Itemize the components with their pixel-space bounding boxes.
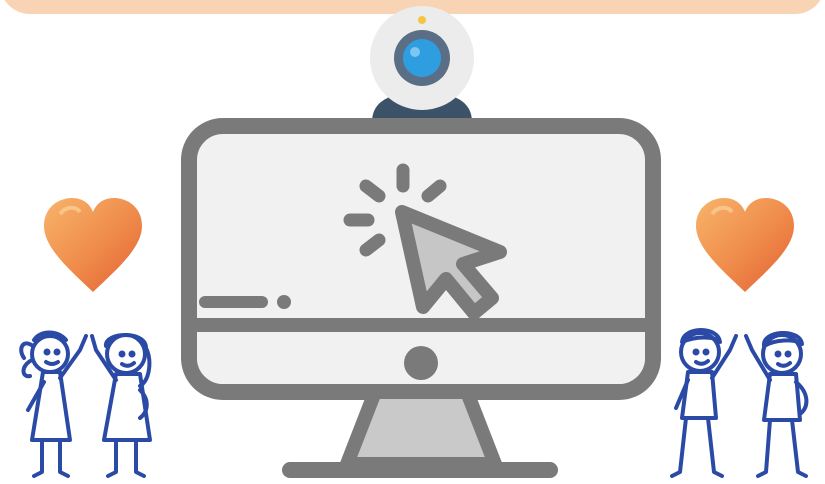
illustration-canvas [0, 0, 825, 484]
monitor-scene [19, 6, 809, 478]
heart-icon [44, 198, 142, 292]
webcam-icon [370, 6, 474, 122]
girls-high-five-icon [19, 330, 152, 478]
heart-icon [696, 198, 794, 292]
boys-high-five-icon [670, 328, 809, 478]
